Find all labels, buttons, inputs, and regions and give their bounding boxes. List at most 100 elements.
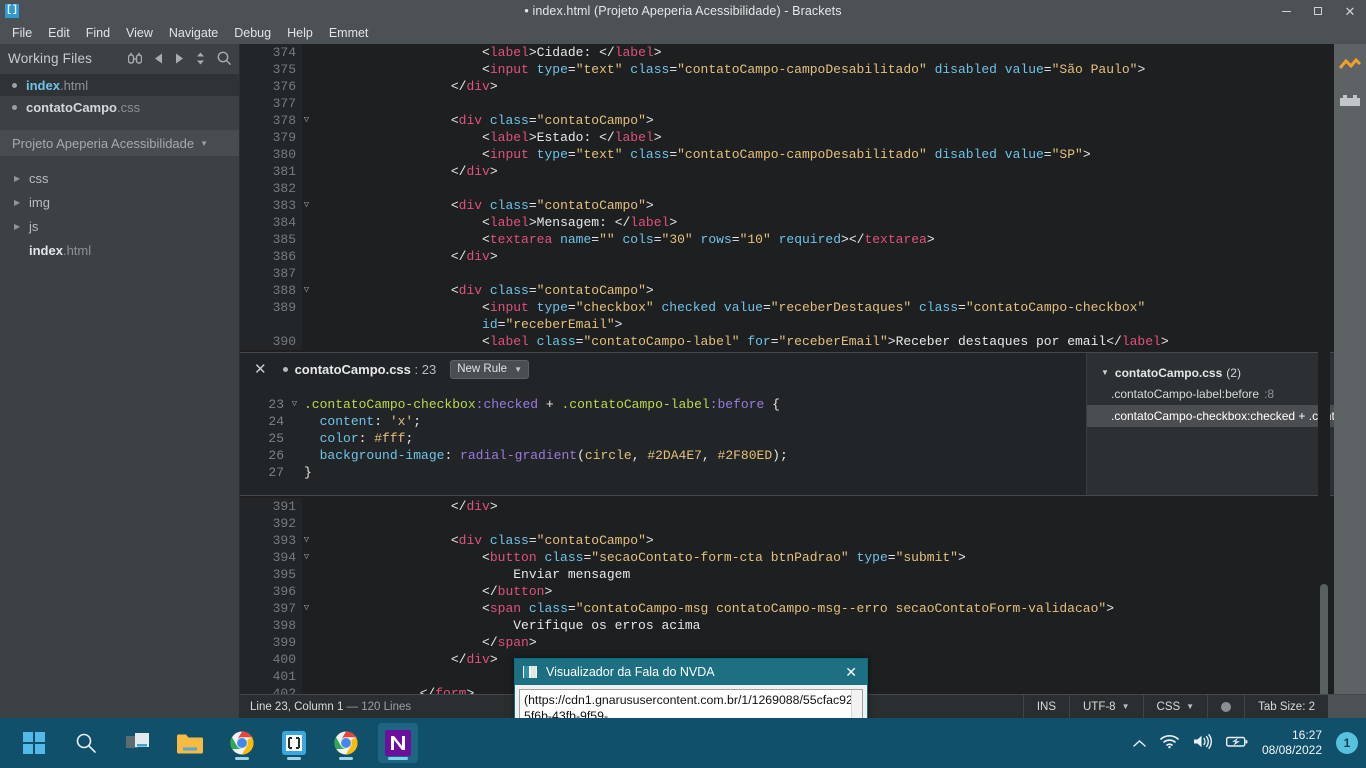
- rule-item-checkbox-checked[interactable]: .contatoCampo-checkbox:checked + .conta: [1087, 405, 1334, 427]
- notification-badge[interactable]: 1: [1336, 732, 1358, 754]
- minimize-icon[interactable]: [1270, 0, 1302, 22]
- file-explorer-icon[interactable]: [170, 723, 210, 763]
- taskbar-clock[interactable]: 16:27 08/08/2022: [1262, 728, 1322, 758]
- close-icon[interactable]: ✕: [254, 362, 267, 377]
- editor-scrollbar[interactable]: [1318, 44, 1330, 714]
- code-line: 376 </div>: [240, 78, 1334, 95]
- working-file-contatocampo-css[interactable]: contatoCampo .css: [0, 96, 239, 118]
- code-fold-icon[interactable]: ▽: [302, 282, 311, 299]
- chevron-down-icon: ▼: [1101, 368, 1109, 377]
- extension-manager-icon[interactable]: [1340, 93, 1360, 110]
- code-fold-icon[interactable]: ▽: [302, 197, 311, 214]
- chevron-right-icon: ▶: [14, 221, 21, 231]
- project-header[interactable]: Projeto Apeperia Acessibilidade ▼: [0, 130, 239, 156]
- code-fold-icon[interactable]: ▽: [302, 600, 311, 617]
- nvda-dialog-title: Visualizador da Fala do NVDA: [546, 665, 715, 679]
- cursor-position-info[interactable]: Line 23, Column 1 — 120 Lines: [240, 701, 411, 713]
- code-text: <div class="contatoCampo">: [450, 283, 654, 298]
- tree-folder-js[interactable]: ▶ js: [0, 214, 239, 238]
- code-line: 379 <label>Estado: </label>: [240, 129, 1334, 146]
- code-fold-icon[interactable]: ▽: [302, 532, 311, 549]
- menu-item-help[interactable]: Help: [279, 24, 321, 42]
- code-text: <input type="text" class="contatoCampo-c…: [482, 147, 1091, 162]
- lint-status[interactable]: [1207, 694, 1244, 719]
- line-number: 26: [268, 448, 284, 463]
- navigate-forward-icon[interactable]: [175, 53, 184, 64]
- line-number: 375: [240, 61, 302, 78]
- language-selector[interactable]: CSS ▼: [1142, 694, 1208, 719]
- inline-editor-main[interactable]: ✕ contatoCampo.css : 23 New Rule ▼ 23 ▽ .c…: [240, 353, 1086, 495]
- insert-mode-toggle[interactable]: INS: [1022, 694, 1069, 719]
- line-number: [240, 316, 302, 333]
- navigate-back-icon[interactable]: [154, 53, 163, 64]
- chevron-up-icon[interactable]: [1133, 736, 1146, 751]
- rule-item-label-before[interactable]: .contatoCampo-label:before :8: [1087, 383, 1334, 405]
- encoding-selector[interactable]: UTF-8 ▼: [1069, 694, 1143, 719]
- task-view-icon[interactable]: [118, 723, 158, 763]
- sidebar-toolbar: [128, 51, 231, 65]
- sort-icon[interactable]: [196, 52, 205, 65]
- maximize-restore-icon[interactable]: [1302, 0, 1334, 22]
- clock-time: 16:27: [1291, 728, 1322, 742]
- code-line: 388 ▽ <div class="contatoCampo">: [240, 282, 1334, 299]
- code-fold-icon[interactable]: ▽: [302, 549, 311, 566]
- volume-icon[interactable]: [1193, 734, 1212, 752]
- status-bar-spacer: [1328, 694, 1366, 719]
- menu-item-file[interactable]: File: [4, 24, 40, 42]
- menu-item-emmet[interactable]: Emmet: [321, 24, 377, 42]
- menu-item-edit[interactable]: Edit: [40, 24, 78, 42]
- code-line: 397 ▽ <span class="contatoCampo-msg conta…: [240, 600, 1334, 617]
- split-view-icon[interactable]: [128, 52, 142, 65]
- code-line: id="receberEmail">: [240, 316, 1334, 333]
- battery-icon[interactable]: [1225, 735, 1248, 751]
- right-toolbar: [1334, 44, 1366, 724]
- code-line: 374 <label>Cidade: </label>: [240, 44, 1334, 61]
- line-number: 387: [240, 265, 302, 282]
- line-number: 386: [240, 248, 302, 265]
- working-file-name: index: [26, 77, 60, 93]
- chrome-icon[interactable]: [222, 723, 262, 763]
- menu-item-debug[interactable]: Debug: [226, 24, 279, 42]
- chevron-down-icon: ▼: [514, 364, 522, 374]
- menu-item-view[interactable]: View: [118, 24, 161, 42]
- tree-folder-img[interactable]: ▶ img: [0, 190, 239, 214]
- chrome-icon[interactable]: [326, 723, 366, 763]
- code-fold-icon[interactable]: ▽: [290, 396, 299, 413]
- code-text: }: [304, 465, 312, 480]
- search-icon[interactable]: [66, 723, 106, 763]
- rules-group-file: contatoCampo.css: [1114, 365, 1223, 380]
- unsaved-dot-icon: [12, 104, 17, 110]
- line-number: 395: [240, 566, 302, 583]
- brackets-icon[interactable]: [274, 723, 314, 763]
- tree-folder-css[interactable]: ▶ css: [0, 166, 239, 190]
- line-number: 388 ▽: [240, 282, 309, 299]
- nvda-icon[interactable]: [378, 723, 418, 763]
- menu-item-find[interactable]: Find: [78, 24, 118, 42]
- menu-item-navigate[interactable]: Navigate: [161, 24, 226, 42]
- code-text: .contatoCampo-checkbox:checked + .contat…: [304, 397, 780, 412]
- working-file-index-html[interactable]: index .html: [0, 74, 239, 96]
- code-text: id="receberEmail">: [482, 317, 623, 332]
- live-preview-lightning-icon[interactable]: [1338, 57, 1362, 77]
- search-icon[interactable]: [217, 51, 231, 65]
- rule-selector: .contatoCampo-label:before: [1111, 387, 1260, 401]
- windows-start-icon[interactable]: [14, 723, 54, 763]
- close-icon[interactable]: ✕: [845, 665, 857, 679]
- code-line: 392: [240, 515, 1334, 532]
- code-fold-icon[interactable]: ▽: [302, 112, 311, 129]
- code-line: 381 </div>: [240, 163, 1334, 180]
- inline-code-lines: 23 ▽ .contatoCampo-checkbox:checked + .con…: [240, 385, 1086, 481]
- rules-group-header[interactable]: ▼ contatoCampo.css (2): [1087, 362, 1334, 383]
- rules-group-count: (2): [1226, 365, 1241, 380]
- code-text: </div>: [450, 499, 498, 514]
- tree-file-index-html[interactable]: index .html: [0, 238, 239, 262]
- close-icon[interactable]: ✕: [1334, 0, 1366, 22]
- code-text: Verifique os erros acima: [326, 618, 701, 633]
- code-line: 394 ▽ <button class="secaoContato-form-ct…: [240, 549, 1334, 566]
- tab-size-selector[interactable]: Tab Size: 2: [1244, 694, 1328, 719]
- line-number: 27: [268, 465, 284, 480]
- wifi-icon[interactable]: [1160, 734, 1179, 752]
- new-rule-button[interactable]: New Rule ▼: [450, 359, 529, 379]
- running-indicator: [235, 757, 249, 760]
- language-label: CSS: [1156, 700, 1181, 713]
